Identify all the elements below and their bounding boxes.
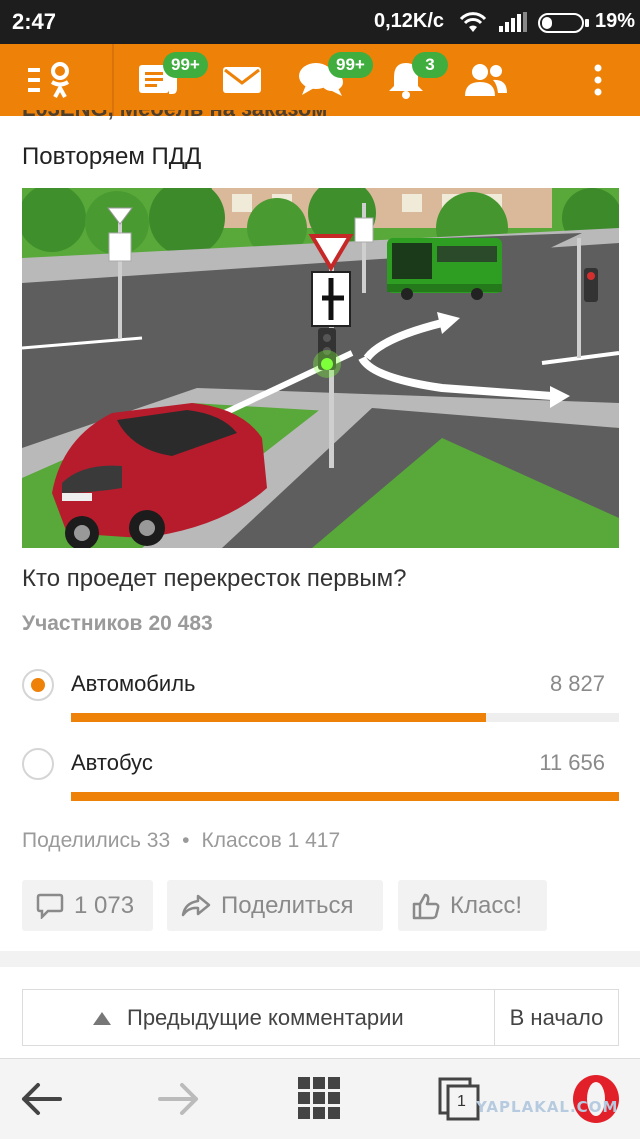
to-start-button[interactable]: В начало bbox=[495, 990, 618, 1045]
poll-option-label: Автобус bbox=[71, 750, 153, 775]
poll-question: Кто проедет перекресток первым? bbox=[22, 565, 407, 592]
share-arrow-icon bbox=[181, 894, 211, 916]
back-arrow-icon[interactable] bbox=[20, 1081, 62, 1117]
poll-option-car[interactable]: Автомобиль 8 827 bbox=[22, 669, 619, 729]
poll-option-label: Автомобиль bbox=[71, 671, 196, 696]
participants-label: Участников bbox=[22, 612, 143, 635]
poll-participants: Участников 20 483 bbox=[22, 612, 219, 636]
poll-option-bus[interactable]: Автобус 11 656 bbox=[22, 748, 619, 808]
battery-percent: 19% bbox=[595, 10, 636, 32]
section-separator bbox=[0, 951, 640, 967]
notifications-badge: 3 bbox=[412, 52, 448, 78]
poll-result-bar bbox=[71, 792, 619, 801]
thumbs-up-icon bbox=[412, 893, 440, 919]
battery-icon bbox=[538, 13, 589, 33]
poll-radio-bus[interactable] bbox=[22, 748, 54, 780]
wifi-icon bbox=[459, 12, 487, 32]
watermark: YAPLAKAL.COM bbox=[476, 1098, 619, 1116]
shared-count[interactable]: Поделились 33 bbox=[22, 829, 170, 852]
discussions-badge: 99+ bbox=[328, 52, 373, 78]
forward-arrow-icon[interactable] bbox=[158, 1081, 200, 1117]
like-button[interactable]: Класс! bbox=[398, 880, 547, 931]
poll-result-fill bbox=[71, 713, 486, 722]
previous-comments-label: Предыдущие комментарии bbox=[127, 1004, 404, 1030]
participants-count: 20 483 bbox=[148, 612, 213, 635]
share-button[interactable]: Поделиться bbox=[167, 880, 383, 931]
speed-dial-grid-icon[interactable] bbox=[298, 1077, 340, 1119]
triangle-up-icon bbox=[93, 1012, 111, 1025]
previous-comments-button[interactable]: Предыдущие комментарии bbox=[23, 990, 495, 1045]
post-stats: Поделились 33 • Классов 1 417 bbox=[22, 829, 340, 853]
classes-count[interactable]: Классов 1 417 bbox=[202, 829, 341, 852]
stats-separator: • bbox=[182, 829, 190, 852]
tab-count: 1 bbox=[457, 1093, 466, 1110]
comment-icon bbox=[36, 893, 64, 919]
signal-icon bbox=[499, 12, 527, 32]
comments-navigation: Предыдущие комментарии В начало bbox=[22, 989, 619, 1046]
like-label: Класс! bbox=[450, 891, 522, 919]
notes-badge: 99+ bbox=[163, 52, 208, 78]
status-time: 2:47 bbox=[12, 9, 57, 34]
post-text: Повторяем ПДД bbox=[22, 143, 202, 170]
mail-icon[interactable] bbox=[220, 60, 264, 100]
comments-button[interactable]: 1 073 bbox=[22, 880, 153, 931]
poll-result-fill bbox=[71, 792, 619, 801]
poll-result-bar bbox=[71, 713, 619, 722]
app-toolbar: 99+ 99+ 3 bbox=[0, 44, 640, 116]
post-image[interactable] bbox=[22, 188, 619, 548]
toolbar-divider bbox=[112, 44, 114, 116]
more-vertical-icon[interactable] bbox=[588, 60, 608, 100]
status-bar: 2:47 0,12K/c 19% bbox=[0, 0, 640, 44]
poll-option-count: 11 656 bbox=[539, 750, 605, 775]
poll-option-count: 8 827 bbox=[549, 671, 605, 696]
share-label: Поделиться bbox=[221, 891, 354, 919]
comments-count: 1 073 bbox=[74, 891, 135, 919]
network-speed: 0,12K/c bbox=[374, 10, 445, 32]
ok-logo-menu-icon[interactable] bbox=[28, 60, 78, 100]
friends-icon[interactable] bbox=[463, 60, 509, 100]
poll-radio-car[interactable] bbox=[22, 669, 54, 701]
